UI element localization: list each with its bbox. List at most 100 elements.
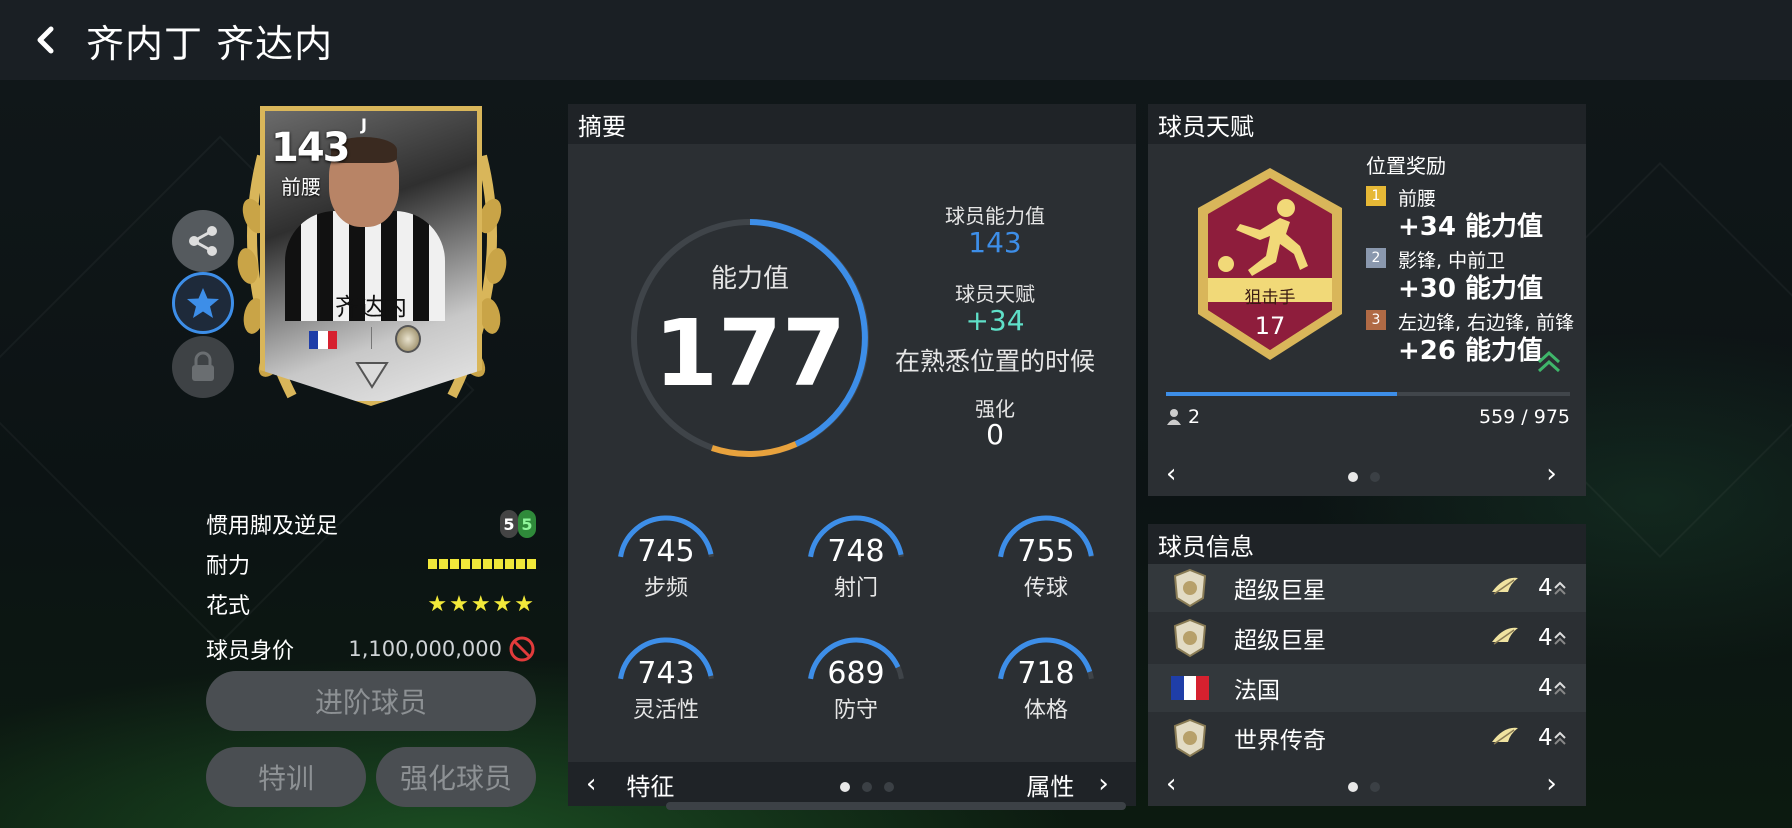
stamina-segment xyxy=(450,559,459,569)
person-icon xyxy=(1167,409,1181,425)
stat-label: 体格 xyxy=(1023,698,1068,723)
page-dot xyxy=(1348,472,1359,482)
price-value: 1,100,000,000 xyxy=(348,637,502,661)
card-position: 前腰 xyxy=(281,175,321,199)
position-bonus-row: 2 影锋, 中前卫 +30 能力值 xyxy=(1366,246,1586,304)
page-dot xyxy=(862,782,873,792)
ring-value: 177 xyxy=(653,300,847,407)
card-player-name: 齐达内 xyxy=(335,293,407,321)
ability-label: 球员能力值 xyxy=(945,204,1045,228)
icon-badge-icon xyxy=(1173,568,1207,608)
foot-badge: 5 5 xyxy=(500,510,536,538)
pager-right-label[interactable]: 属性 xyxy=(1026,767,1074,802)
pager-left-label[interactable]: 特征 xyxy=(626,767,674,802)
back-icon[interactable] xyxy=(26,20,66,60)
info-name: 超级巨星 xyxy=(1234,628,1326,654)
stat-value: 755 xyxy=(1017,534,1075,569)
upgrade-arrow-icon xyxy=(1553,731,1566,745)
share-icon xyxy=(189,226,217,256)
talent-note: 在熟悉位置的时候 xyxy=(894,347,1095,376)
bonus-value: +30 能力值 xyxy=(1398,274,1544,304)
info-count: 4 xyxy=(1538,675,1553,701)
upgrade-arrow-icon xyxy=(1553,631,1566,645)
stamina-segment xyxy=(483,559,492,569)
page-title: 齐内丁 齐达内 xyxy=(86,21,334,66)
stat-label: 传球 xyxy=(1023,576,1068,601)
share-button[interactable] xyxy=(172,210,234,272)
horizontal-scrollbar[interactable] xyxy=(666,802,1126,810)
info-name: 世界传奇 xyxy=(1234,728,1326,754)
foot-label: 惯用脚及逆足 xyxy=(206,514,339,539)
stat-label: 射门 xyxy=(833,576,878,601)
lock-button[interactable] xyxy=(172,336,234,398)
stat-value: 743 xyxy=(637,656,695,691)
bonus-rank: 2 xyxy=(1366,248,1386,268)
next-page-icon[interactable]: › xyxy=(1098,769,1108,799)
info-row[interactable]: 超级巨星 4 xyxy=(1148,564,1586,612)
stamina-segment xyxy=(439,559,448,569)
info-count: 4 xyxy=(1538,625,1553,651)
talent-progress-text: 559 / 975 xyxy=(1478,406,1570,428)
skill-stars: ★★★★★ xyxy=(427,591,536,617)
page-dot xyxy=(884,782,895,792)
info-row[interactable]: 世界传奇 4 xyxy=(1148,714,1586,762)
stat-value: 748 xyxy=(827,534,885,569)
bonus-value: +26 能力值 xyxy=(1398,336,1544,366)
stat-block: 745 步频 xyxy=(606,512,726,622)
info-row[interactable]: 法国 4 xyxy=(1148,664,1586,712)
favorite-button[interactable] xyxy=(172,272,234,334)
weak-foot-right: 5 xyxy=(518,510,536,538)
stat-value: 689 xyxy=(827,656,885,691)
enhance-player-button[interactable]: 强化球员 xyxy=(376,747,536,807)
card-face: J 143 前腰 齐达内 xyxy=(260,106,482,406)
stamina-segment xyxy=(461,559,470,569)
lock-icon xyxy=(192,351,214,381)
talent-next-icon[interactable]: › xyxy=(1546,459,1556,489)
stat-block: 743 灵活性 xyxy=(606,634,726,744)
stat-label: 防守 xyxy=(833,698,878,723)
info-name: 法国 xyxy=(1234,678,1280,704)
info-pager: ‹ › xyxy=(1148,762,1586,806)
stamina-segment xyxy=(527,559,536,569)
stat-block: 689 防守 xyxy=(796,634,916,744)
stat-value: 718 xyxy=(1017,656,1075,691)
bonus-rank: 1 xyxy=(1366,186,1386,206)
info-next-icon[interactable]: › xyxy=(1546,769,1556,799)
stamina-segment xyxy=(505,559,514,569)
upgrade-arrow-icon xyxy=(1553,581,1566,595)
advance-player-button[interactable]: 进阶球员 xyxy=(206,671,536,731)
stat-label: 步频 xyxy=(643,576,688,601)
talent-progress-bar xyxy=(1166,392,1570,396)
page-dot xyxy=(1348,782,1359,792)
talent-badge-name: 狙击手 xyxy=(1244,288,1296,308)
prev-page-icon[interactable]: ‹ xyxy=(586,769,596,799)
page-dot xyxy=(840,782,851,792)
summary-title: 摘要 xyxy=(568,104,1136,144)
talent-pager: ‹ › xyxy=(1148,452,1586,496)
icon-badge-icon xyxy=(395,325,421,353)
stamina-segment xyxy=(516,559,525,569)
player-card[interactable]: J 143 前腰 齐达内 xyxy=(232,96,512,426)
train-button[interactable]: 特训 xyxy=(206,747,366,807)
stamina-row: 耐力 xyxy=(206,548,536,580)
stamina-segment xyxy=(472,559,481,569)
stat-block: 748 射门 xyxy=(796,512,916,622)
stat-block: 718 体格 xyxy=(986,634,1106,744)
club-logo: J xyxy=(361,115,367,134)
page-dot xyxy=(1370,782,1381,792)
ring-label: 能力值 xyxy=(710,264,789,294)
info-name: 超级巨星 xyxy=(1234,578,1326,604)
price-label: 球员身价 xyxy=(206,639,295,664)
stat-label: 灵活性 xyxy=(632,698,699,723)
feather-icon xyxy=(1492,577,1518,595)
talent-prev-icon[interactable]: ‹ xyxy=(1166,459,1176,489)
ban-icon xyxy=(509,636,535,662)
ability-value: 143 xyxy=(968,226,1022,259)
stamina-label: 耐力 xyxy=(206,554,251,579)
summary-pager: ‹ 特征 属性 › xyxy=(568,762,1136,806)
info-prev-icon[interactable]: ‹ xyxy=(1166,769,1176,799)
upgrade-arrow-icon xyxy=(1553,681,1566,695)
info-row[interactable]: 超级巨星 4 xyxy=(1148,614,1586,662)
position-bonus-title: 位置奖励 xyxy=(1366,154,1446,178)
talent-bonus-value: +34 xyxy=(965,304,1025,337)
